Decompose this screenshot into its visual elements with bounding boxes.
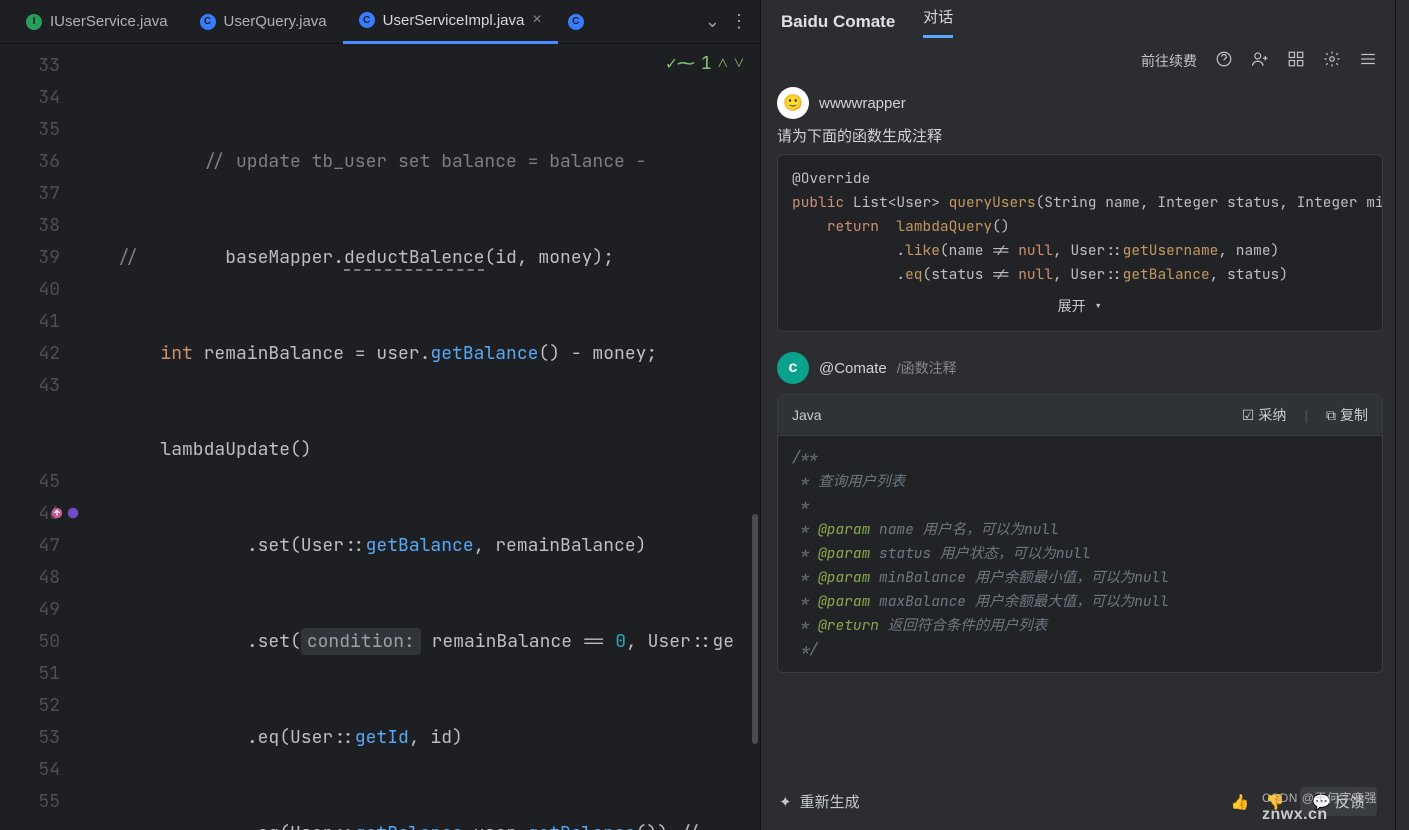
user-code-snippet: @Override public List<User> queryUsers(S… [777, 154, 1383, 332]
tab-extra[interactable]: C [558, 0, 594, 44]
editor-tabs: I IUserService.java C UserQuery.java C U… [0, 0, 760, 44]
prompt-text: 请为下面的函数生成注释 [777, 125, 1383, 146]
watermark-sub: CSDN @王何字变强 [1262, 789, 1377, 806]
class-icon: C [359, 12, 375, 28]
code-editor[interactable]: 33343536 37383940 414243 45 46 47484950 … [0, 44, 760, 830]
problem-count: 1 [701, 48, 712, 80]
chat-message-user: 🙂 wwwwrapper 请为下面的函数生成注释 @Override publi… [777, 87, 1383, 332]
accept-button[interactable]: ☑ 采纳 [1242, 405, 1287, 425]
add-user-icon[interactable] [1251, 50, 1269, 71]
apps-icon[interactable] [1287, 50, 1305, 71]
param-hint: condition: [301, 628, 421, 655]
code-text: // update tb_user set balance = balance … [204, 150, 658, 173]
class-icon: C [200, 14, 216, 30]
tabs-dropdown-icon[interactable]: ⌄ [705, 11, 720, 32]
code-text: // [117, 246, 139, 269]
chat-tab-dialog[interactable]: 对话 [923, 6, 953, 38]
assistant-name: @Comate [819, 360, 887, 377]
tab-label: UserServiceImpl.java [383, 12, 525, 29]
tab-iuserservice[interactable]: I IUserService.java [10, 0, 184, 44]
tab-label: UserQuery.java [224, 13, 327, 30]
slash-command: /函数注释 [897, 358, 957, 378]
response-toolbar: Java ☑ 采纳 | ⧉ 复制 [778, 395, 1382, 436]
chevron-down-icon[interactable]: ˅ [734, 48, 744, 80]
chevron-up-icon[interactable]: ˄ [718, 48, 728, 80]
expand-button[interactable]: 展开 ▾ [792, 287, 1368, 319]
chat-header: Baidu Comate 对话 [761, 0, 1395, 44]
comate-avatar-icon: c [777, 352, 809, 384]
copy-button[interactable]: ⧉ 复制 [1326, 405, 1368, 425]
problems-indicator[interactable]: ✓⁓ 1 ˄ ˅ [666, 48, 744, 80]
help-icon[interactable] [1215, 50, 1233, 71]
right-tool-rail[interactable] [1395, 0, 1409, 830]
check-icon: ✓⁓ [666, 48, 695, 80]
watermark-main: znwx.cn [1262, 806, 1328, 823]
renew-link[interactable]: 前往续费 [1141, 51, 1197, 71]
interface-icon: I [26, 14, 42, 30]
brand-title: Baidu Comate [781, 12, 895, 32]
wand-icon: ✦ [779, 793, 792, 811]
editor-scrollbar[interactable] [750, 44, 760, 830]
more-icon[interactable]: ⋮ [730, 11, 748, 32]
watermark: CSDN @王何字变强 znwx.cn [1262, 789, 1377, 824]
regenerate-button[interactable]: ✦ 重新生成 [779, 791, 860, 812]
generated-docstring: /** * 查询用户列表 * * @param name 用户名，可以为null… [778, 436, 1382, 672]
menu-icon[interactable] [1359, 50, 1377, 71]
class-icon: C [568, 14, 584, 30]
user-name: wwwwrapper [819, 95, 906, 112]
thumbs-up-icon[interactable]: 👍 [1231, 793, 1250, 811]
tab-userserviceimpl[interactable]: C UserServiceImpl.java × [343, 0, 558, 44]
tab-label: IUserService.java [50, 13, 168, 30]
avatar: 🙂 [777, 87, 809, 119]
close-icon[interactable]: × [532, 12, 541, 28]
line-numbers: 33343536 37383940 414243 45 46 47484950 … [0, 44, 70, 830]
tab-userquery[interactable]: C UserQuery.java [184, 0, 343, 44]
code-language: Java [792, 407, 822, 423]
chat-message-assistant: c @Comate /函数注释 Java ☑ 采纳 | ⧉ 复制 /** * 查… [777, 352, 1383, 673]
gear-icon[interactable] [1323, 50, 1341, 71]
code-text: lambdaUpdate() [160, 438, 311, 461]
